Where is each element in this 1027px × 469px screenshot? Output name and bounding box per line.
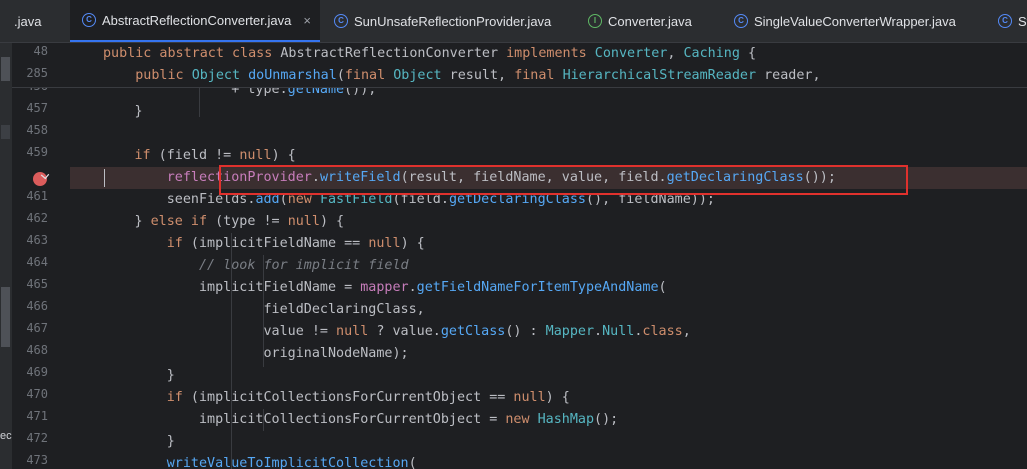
- line-number: 465: [26, 277, 48, 291]
- tab-label: .java: [14, 13, 42, 29]
- sticky-class-declaration[interactable]: public abstract class AbstractReflection…: [103, 43, 756, 65]
- code-line[interactable]: originalNodeName);: [70, 343, 408, 365]
- tab-st[interactable]: C St: [998, 0, 1027, 42]
- line-number: 466: [26, 299, 48, 313]
- line-number: 469: [26, 365, 48, 379]
- tab-label: AbstractReflectionConverter.java: [102, 12, 292, 28]
- line-number: 470: [26, 387, 48, 401]
- line-number: 459: [26, 145, 48, 159]
- left-strip-label: ec: [0, 430, 12, 442]
- line-number: 461: [26, 189, 48, 203]
- tab-label: St: [1018, 13, 1027, 29]
- line-number: 463: [26, 233, 48, 247]
- class-icon: C: [82, 13, 96, 27]
- left-tool-strip: [0, 43, 12, 469]
- line-number: 48: [33, 44, 48, 58]
- tab-abstract-reflection-converter[interactable]: C AbstractReflectionConverter.java ×: [70, 0, 320, 42]
- code-line[interactable]: } else if (type != null) {: [70, 211, 344, 233]
- tab-label: Converter.java: [608, 13, 692, 29]
- code-line[interactable]: if (implicitCollectionsForCurrentObject …: [70, 387, 570, 409]
- line-number: 464: [26, 255, 48, 269]
- sticky-method-declaration[interactable]: public Object doUnmarshal(final Object r…: [103, 65, 820, 87]
- tab-sun-unsafe-reflection-provider[interactable]: C SunUnsafeReflectionProvider.java: [334, 0, 551, 42]
- code-line[interactable]: writeValueToImplicitCollection(: [70, 453, 417, 469]
- breakpoint-icon[interactable]: [33, 172, 47, 186]
- code-line[interactable]: value != null ? value.getClass() : Mappe…: [70, 321, 690, 343]
- highlight-box: [219, 165, 908, 195]
- ide-window: .java C AbstractReflectionConverter.java…: [0, 0, 1027, 469]
- line-number: 458: [26, 123, 48, 137]
- line-number: 462: [26, 211, 48, 225]
- class-icon: C: [334, 14, 348, 28]
- strip-scroll-marker[interactable]: [1, 57, 10, 81]
- line-number: 457: [26, 101, 48, 115]
- code-line[interactable]: }: [70, 101, 142, 123]
- tab-converter[interactable]: I Converter.java: [588, 0, 692, 42]
- strip-scroll-thumb[interactable]: [1, 287, 10, 347]
- tab-single-value-converter-wrapper[interactable]: C SingleValueConverterWrapper.java: [734, 0, 956, 42]
- code-line[interactable]: if (implicitFieldName == null) {: [70, 233, 425, 255]
- line-number: 285: [26, 66, 48, 80]
- code-line[interactable]: }: [70, 431, 175, 453]
- code-line[interactable]: }: [70, 365, 175, 387]
- line-number: 471: [26, 409, 48, 423]
- line-number: 472: [26, 431, 48, 445]
- code-line[interactable]: if (field != null) {: [70, 145, 296, 167]
- editor-tab-bar: .java C AbstractReflectionConverter.java…: [0, 0, 1027, 43]
- interface-icon: I: [588, 14, 602, 28]
- line-number: 467: [26, 321, 48, 335]
- tab-java[interactable]: .java: [0, 0, 70, 42]
- close-icon[interactable]: ×: [303, 13, 311, 28]
- class-icon: C: [998, 14, 1012, 28]
- line-number: 473: [26, 453, 48, 467]
- text-caret: [104, 169, 105, 187]
- code-line[interactable]: implicitCollectionsForCurrentObject = ne…: [70, 409, 618, 431]
- strip-marker: [1, 125, 10, 139]
- code-line[interactable]: fieldDeclaringClass,: [70, 299, 424, 321]
- tab-label: SingleValueConverterWrapper.java: [754, 13, 956, 29]
- class-icon: C: [734, 14, 748, 28]
- line-number: 468: [26, 343, 48, 357]
- code-line[interactable]: implicitFieldName = mapper.getFieldNameF…: [70, 277, 667, 299]
- code-comment[interactable]: // look for implicit field: [70, 255, 409, 277]
- tab-label: SunUnsafeReflectionProvider.java: [354, 13, 552, 29]
